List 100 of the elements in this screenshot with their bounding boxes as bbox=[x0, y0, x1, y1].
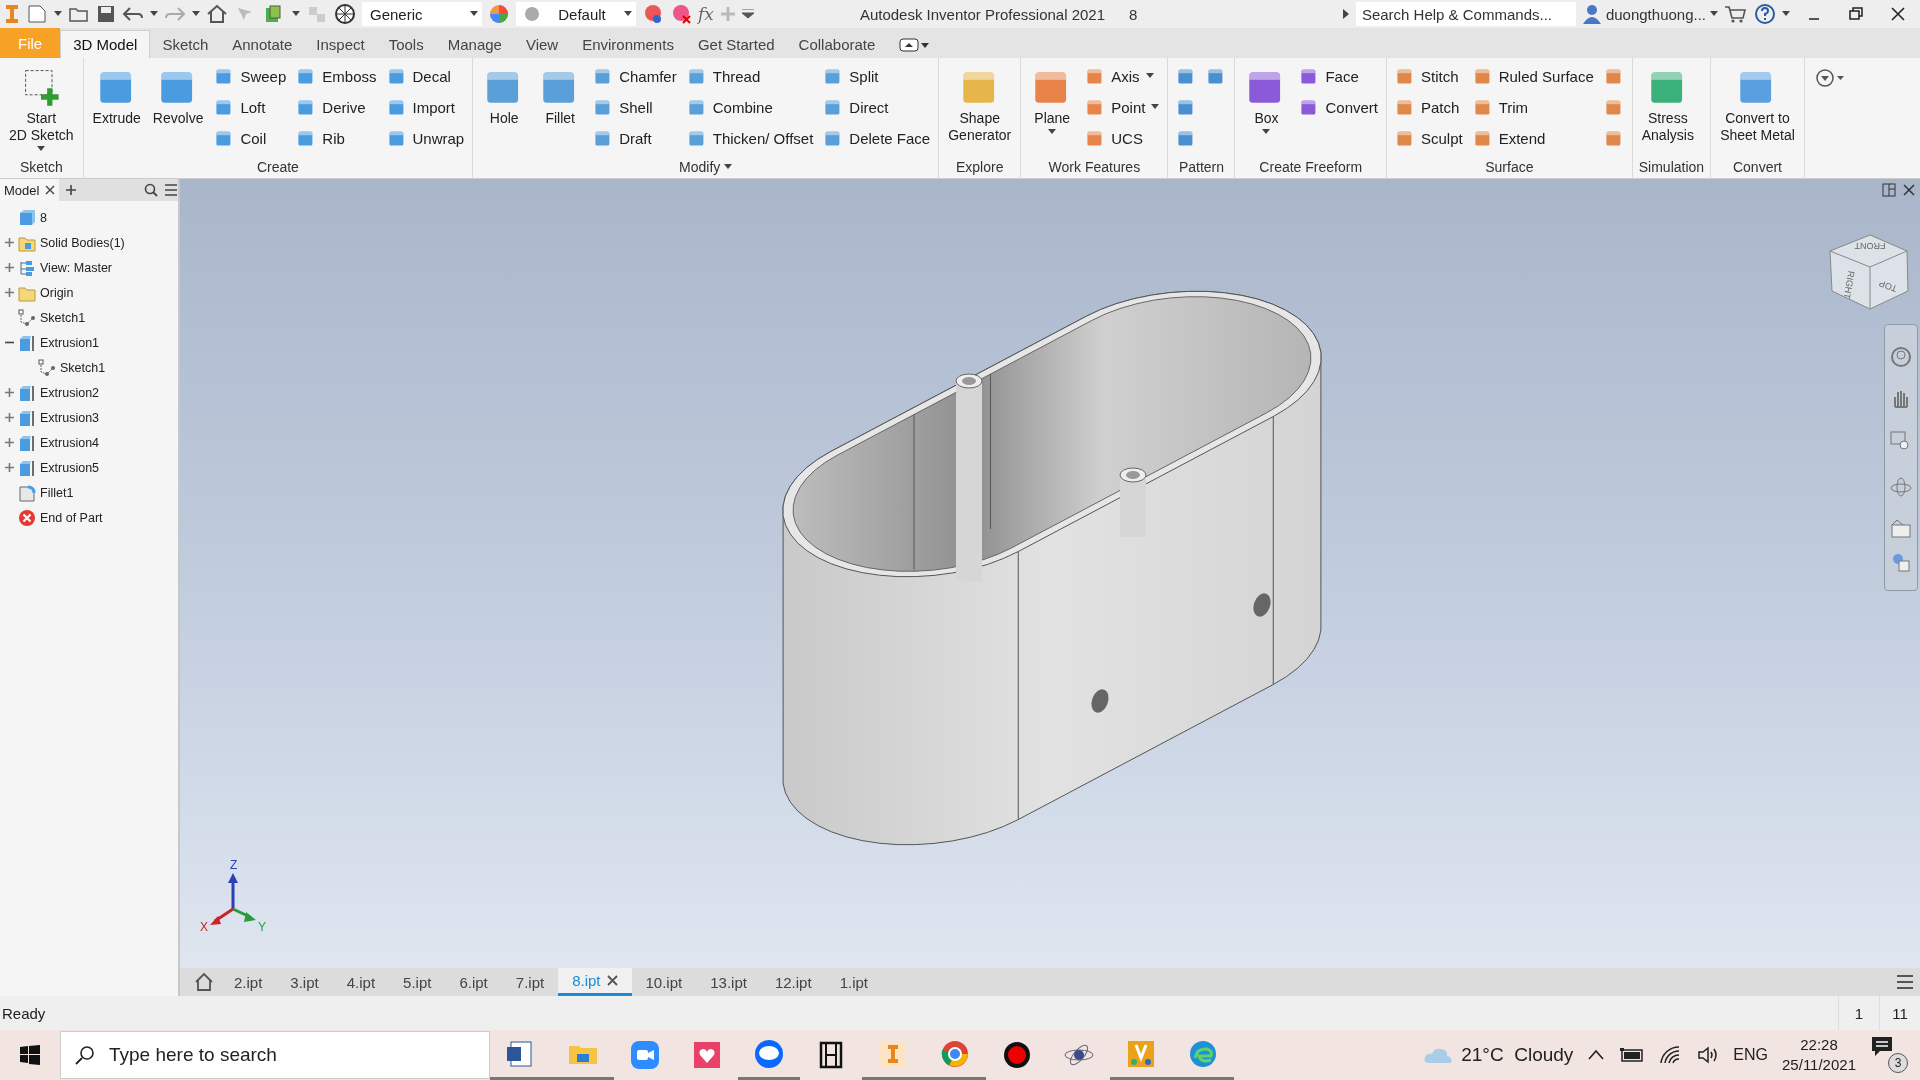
ribbon-button[interactable]: Unwrap bbox=[384, 126, 467, 150]
new-file-icon[interactable] bbox=[26, 4, 48, 24]
ribbon-button[interactable]: Delete Face bbox=[821, 126, 933, 150]
close-icon[interactable] bbox=[1902, 183, 1916, 197]
tree-item[interactable]: Sketch1 bbox=[40, 310, 86, 325]
steering-wheel-icon[interactable] bbox=[1889, 345, 1913, 369]
ribbon-button[interactable]: Loft bbox=[212, 95, 289, 119]
windows-start-icon[interactable] bbox=[20, 1045, 40, 1065]
expand-icon[interactable] bbox=[4, 388, 14, 397]
ribbon-tab[interactable]: 3D Model bbox=[60, 30, 151, 58]
ribbon-tab[interactable]: Annotate bbox=[220, 30, 305, 58]
ribbon-button[interactable]: Draft bbox=[591, 126, 679, 150]
ribbon-button[interactable]: Revolve bbox=[149, 62, 207, 156]
ribbon-button[interactable]: Thread bbox=[684, 64, 816, 88]
document-tab[interactable]: 13.ipt bbox=[696, 968, 761, 996]
circle-caret-icon[interactable] bbox=[1814, 68, 1845, 88]
restore-icon[interactable] bbox=[1848, 6, 1864, 22]
ribbon-button[interactable]: Face bbox=[1297, 64, 1380, 88]
document-tab[interactable]: 6.ipt bbox=[445, 968, 502, 996]
taskbar-search-field[interactable]: Type here to search bbox=[60, 1031, 490, 1079]
ribbon-button[interactable]: Convert bbox=[1297, 95, 1380, 119]
document-tab[interactable]: 3.ipt bbox=[276, 968, 333, 996]
ribbon-button[interactable]: UCS bbox=[1083, 126, 1162, 150]
ribbon-button[interactable]: Hole bbox=[479, 62, 530, 156]
ribbon-button[interactable]: Patch bbox=[1393, 95, 1465, 119]
ribbon-button[interactable]: Decal bbox=[384, 64, 467, 88]
clock-date[interactable]: 25/11/2021 bbox=[1782, 1055, 1856, 1075]
ribbon-button[interactable]: Sweep bbox=[212, 64, 289, 88]
tree-item[interactable]: Origin bbox=[40, 285, 74, 300]
tree-item[interactable]: Solid Bodies(1) bbox=[40, 235, 125, 250]
color-clear-icon[interactable] bbox=[670, 3, 692, 25]
formula-button[interactable]: fx bbox=[698, 4, 714, 24]
document-tab[interactable]: 4.ipt bbox=[332, 968, 390, 996]
ribbon-button[interactable]: Point bbox=[1083, 95, 1162, 119]
ribbon-button[interactable]: Extend bbox=[1470, 126, 1596, 150]
ribbon-button[interactable]: Ruled Surface bbox=[1470, 64, 1596, 88]
cube-face-label[interactable]: FRONT bbox=[1854, 241, 1886, 251]
ribbon-button[interactable]: Emboss bbox=[294, 64, 379, 88]
ribbon-button[interactable]: Trim bbox=[1470, 95, 1596, 119]
expand-icon[interactable] bbox=[4, 263, 14, 272]
tree-item[interactable]: End of Part bbox=[40, 510, 103, 525]
search-icon[interactable] bbox=[144, 183, 158, 197]
tree-item[interactable]: Extrusion2 bbox=[40, 385, 100, 400]
ribbon-button[interactable]: Fillet bbox=[535, 62, 586, 156]
ribbon-tab[interactable]: Sketch bbox=[150, 30, 221, 58]
ribbon-button[interactable]: Import bbox=[384, 95, 467, 119]
ribbon-button[interactable]: Chamfer bbox=[591, 64, 679, 88]
document-tab[interactable]: 7.ipt bbox=[501, 968, 559, 996]
close-icon[interactable] bbox=[45, 185, 56, 195]
cube-face-label[interactable]: TOP bbox=[1877, 278, 1899, 294]
home-icon[interactable] bbox=[206, 4, 228, 24]
document-tab[interactable]: 10.ipt bbox=[631, 968, 697, 996]
tree-item[interactable]: Extrusion4 bbox=[40, 435, 100, 450]
ribbon-tab[interactable]: Collaborate bbox=[786, 30, 888, 58]
save-icon[interactable] bbox=[96, 4, 116, 24]
view-cube[interactable]: FRONT RIGHT TOP bbox=[1829, 234, 1909, 310]
expand-arrow-icon[interactable] bbox=[1341, 8, 1350, 20]
orbit-icon[interactable] bbox=[1889, 475, 1913, 499]
app-logo-icon[interactable] bbox=[4, 3, 20, 25]
ribbon-button[interactable]: Stitch bbox=[1393, 64, 1465, 88]
document-tab[interactable]: 12.ipt bbox=[760, 968, 826, 996]
expand-icon[interactable] bbox=[4, 238, 14, 247]
tree-item[interactable]: Sketch1 bbox=[60, 360, 106, 375]
panel-switch-icon[interactable] bbox=[899, 38, 930, 52]
tree-item[interactable]: Fillet1 bbox=[40, 485, 74, 500]
ribbon-tab[interactable]: Environments bbox=[570, 30, 686, 58]
ribbon-button[interactable]: Axis bbox=[1083, 64, 1162, 88]
close-icon[interactable] bbox=[606, 975, 618, 986]
ribbon-button[interactable]: Combine bbox=[684, 95, 816, 119]
clock-time[interactable]: 22:28 bbox=[1800, 1035, 1838, 1055]
tree-item[interactable]: 8 bbox=[40, 210, 47, 225]
ribbon-button[interactable]: Thicken/ Offset bbox=[684, 126, 816, 150]
ribbon-button[interactable]: Sculpt bbox=[1393, 126, 1465, 150]
chevron-up-icon[interactable] bbox=[1587, 1049, 1606, 1061]
expand-icon[interactable] bbox=[4, 288, 14, 297]
close-icon[interactable] bbox=[1890, 6, 1906, 22]
language-indicator[interactable]: ENG bbox=[1733, 1046, 1769, 1064]
ribbon-button[interactable]: Extrude bbox=[89, 62, 144, 156]
expand-icon[interactable] bbox=[4, 463, 14, 472]
help-icon[interactable] bbox=[1754, 3, 1776, 25]
browser-tab[interactable]: Model bbox=[0, 179, 60, 201]
ribbon-tab[interactable]: Tools bbox=[376, 30, 436, 58]
help-search-field[interactable]: Search Help & Commands... bbox=[1355, 2, 1576, 26]
ribbon-button[interactable]: Shell bbox=[591, 95, 679, 119]
customize-caret-icon[interactable] bbox=[741, 9, 754, 19]
cart-icon[interactable] bbox=[1724, 4, 1748, 24]
ribbon-button[interactable]: Shape Generator bbox=[945, 62, 1015, 156]
ribbon-button[interactable]: Plane bbox=[1027, 62, 1078, 156]
ribbon-button[interactable]: Rib bbox=[294, 126, 379, 150]
ribbon-button[interactable]: Direct bbox=[821, 95, 933, 119]
ribbon-tab[interactable]: Manage bbox=[435, 30, 514, 58]
cube-face-label[interactable]: RIGHT bbox=[1841, 270, 1857, 300]
appearance-dropdown[interactable]: Default bbox=[516, 2, 636, 26]
ribbon-button[interactable]: Stress Analysis bbox=[1638, 62, 1697, 156]
ribbon-tab[interactable]: View bbox=[513, 30, 571, 58]
ribbon-button[interactable]: Start 2D Sketch bbox=[6, 62, 77, 156]
expand-icon[interactable] bbox=[4, 438, 14, 447]
expand-icon[interactable] bbox=[4, 413, 14, 422]
ribbon-button[interactable]: Derive bbox=[294, 95, 379, 119]
speaker-icon[interactable] bbox=[1697, 1045, 1720, 1065]
